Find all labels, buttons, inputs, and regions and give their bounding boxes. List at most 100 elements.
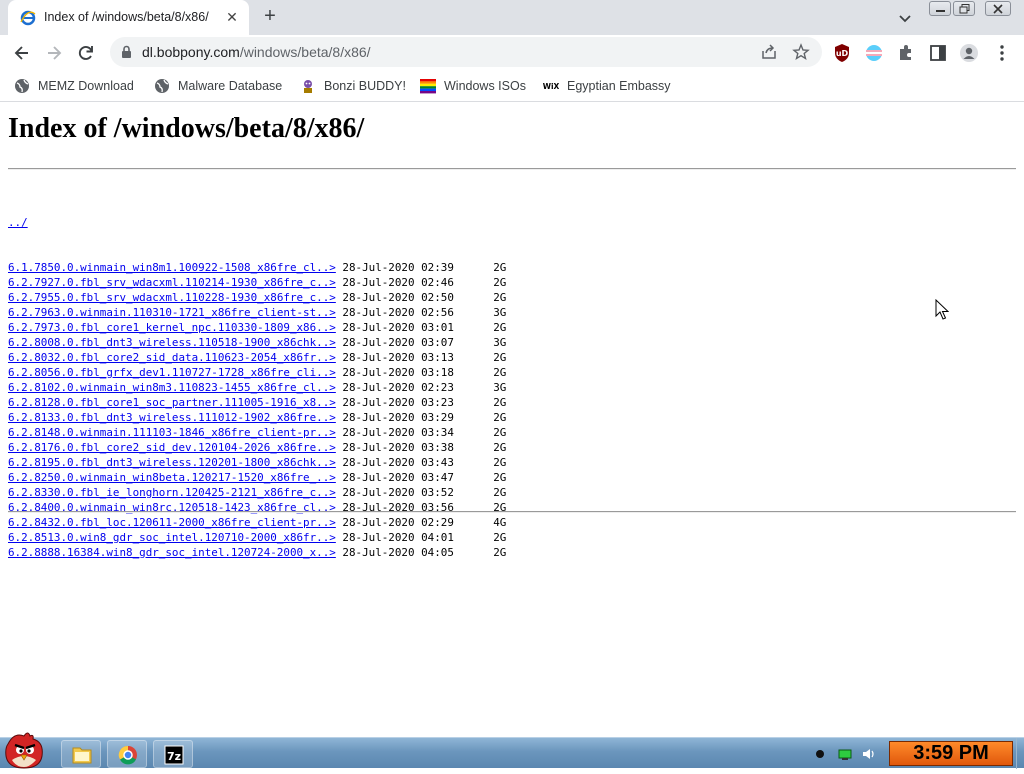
file-link[interactable]: 6.2.8330.0.fbl_ie_longhorn.120425-2121_x… (8, 486, 336, 499)
file-link[interactable]: 6.2.8513.0.win8_gdr_soc_intel.120710-200… (8, 531, 336, 544)
svg-text:uD: uD (836, 49, 849, 58)
browser-tab[interactable]: Index of /windows/beta/8/x86/ ✕ (8, 0, 249, 35)
file-size: 2G (493, 276, 507, 289)
file-link[interactable]: 6.2.8032.0.fbl_core2_sid_data.110623-205… (8, 351, 336, 364)
file-size: 2G (493, 456, 507, 469)
file-size: 3G (493, 306, 507, 319)
file-link[interactable]: 6.2.7973.0.fbl_core1_kernel_npc.110330-1… (8, 321, 336, 334)
bookmarks-bar: MEMZ Download Malware Database Bonzi BUD… (0, 71, 1024, 102)
side-panel-icon[interactable] (928, 43, 948, 63)
file-date: 28-Jul-2020 02:23 (342, 381, 454, 394)
file-size: 2G (493, 441, 507, 454)
url-text: dl.bobpony.com/windows/beta/8/x86/ (142, 44, 371, 60)
parent-dir-row: ../ (8, 215, 506, 230)
url-path: /windows/beta/8/x86/ (239, 44, 371, 60)
file-link[interactable]: 6.2.7955.0.fbl_srv_wdacxml.110228-1930_x… (8, 291, 336, 304)
url-host: dl.bobpony.com (142, 44, 240, 60)
table-row: 6.2.8102.0.winmain_win8m3.110823-1455_x8… (8, 380, 506, 395)
file-size: 2G (493, 531, 507, 544)
file-link[interactable]: 6.2.8128.0.fbl_core1_soc_partner.111005-… (8, 396, 336, 409)
table-row: 6.2.8432.0.fbl_loc.120611-2000_x86fre_cl… (8, 515, 506, 530)
file-link[interactable]: 6.2.8432.0.fbl_loc.120611-2000_x86fre_cl… (8, 516, 336, 529)
file-link[interactable]: 6.2.8195.0.fbl_dnt3_wireless.120201-1800… (8, 456, 336, 469)
taskbar-clock[interactable]: 3:59 PM (889, 741, 1013, 766)
wix-icon: WiX (543, 82, 559, 91)
file-size: 2G (493, 351, 507, 364)
minimize-button[interactable] (929, 1, 951, 16)
share-icon[interactable] (760, 43, 778, 61)
file-date: 28-Jul-2020 03:29 (342, 411, 454, 424)
table-row: 6.2.8148.0.winmain.111103-1846_x86fre_cl… (8, 425, 506, 440)
7zip-icon: 7z (164, 745, 184, 765)
file-date: 28-Jul-2020 02:46 (342, 276, 454, 289)
reload-icon[interactable] (76, 43, 96, 63)
lock-icon[interactable] (121, 45, 132, 59)
bookmark-malware-database[interactable]: Malware Database (154, 76, 282, 96)
page-title: Index of /windows/beta/8/x86/ (8, 113, 365, 144)
new-tab-button[interactable]: + (260, 6, 280, 27)
file-link[interactable]: 6.2.8102.0.winmain_win8m3.110823-1455_x8… (8, 381, 336, 394)
file-link[interactable]: 6.2.7963.0.winmain.110310-1721_x86fre_cl… (8, 306, 336, 319)
file-size: 3G (493, 381, 507, 394)
file-date: 28-Jul-2020 02:39 (342, 261, 454, 274)
file-link[interactable]: 6.2.8056.0.fbl_grfx_dev1.110727-1728_x86… (8, 366, 336, 379)
ublock-origin-icon[interactable]: uD (832, 43, 852, 63)
ie-page-icon (20, 10, 36, 26)
bookmark-label: Windows ISOs (444, 79, 526, 93)
restore-icon (959, 4, 970, 14)
bookmark-memz-download[interactable]: MEMZ Download (14, 76, 134, 96)
volume-icon[interactable] (862, 747, 876, 761)
tray-record-icon[interactable] (813, 747, 827, 761)
show-desktop-button[interactable] (1016, 738, 1024, 769)
bottom-divider (8, 511, 1016, 513)
table-row: 6.2.8195.0.fbl_dnt3_wireless.120201-1800… (8, 455, 506, 470)
close-tab-icon[interactable]: ✕ (224, 9, 240, 25)
table-row: 6.2.8032.0.fbl_core2_sid_data.110623-205… (8, 350, 506, 365)
file-size: 2G (493, 366, 507, 379)
forward-arrow-icon[interactable] (44, 43, 64, 63)
trans-flag-extension-icon[interactable] (864, 43, 884, 63)
rainbow-flag-icon (420, 79, 436, 94)
close-window-button[interactable] (985, 1, 1011, 16)
file-size: 4G (493, 516, 507, 529)
taskbar-chrome[interactable] (107, 740, 147, 768)
file-size: 2G (493, 411, 507, 424)
more-menu-icon[interactable] (992, 43, 1012, 63)
table-row: 6.2.8128.0.fbl_core1_soc_partner.111005-… (8, 395, 506, 410)
file-date: 28-Jul-2020 03:38 (342, 441, 454, 454)
file-link[interactable]: 6.2.8176.0.fbl_core2_sid_dev.120104-2026… (8, 441, 336, 454)
file-link[interactable]: 6.2.8888.16384.win8_gdr_soc_intel.120724… (8, 546, 336, 559)
table-row: 6.2.8176.0.fbl_core2_sid_dev.120104-2026… (8, 440, 506, 455)
back-arrow-icon[interactable] (12, 43, 32, 63)
file-link[interactable]: 6.2.8148.0.winmain.111103-1846_x86fre_cl… (8, 426, 336, 439)
network-icon[interactable] (838, 747, 852, 761)
taskbar-file-explorer[interactable] (61, 740, 101, 768)
bookmark-egyptian-embassy[interactable]: WiX Egyptian Embassy (543, 76, 671, 96)
file-link[interactable]: 6.1.7850.0.winmain_win8m1.100922-1508_x8… (8, 261, 336, 274)
directory-listing: ../ 6.1.7850.0.winmain_win8m1.100922-150… (8, 185, 506, 560)
file-date: 28-Jul-2020 04:05 (342, 546, 454, 559)
folder-icon (72, 747, 92, 764)
parent-dir-link[interactable]: ../ (8, 216, 28, 229)
restore-button[interactable] (953, 1, 975, 16)
file-link[interactable]: 6.2.7927.0.fbl_srv_wdacxml.110214-1930_x… (8, 276, 336, 289)
bookmark-label: Bonzi BUDDY! (324, 79, 406, 93)
extensions-puzzle-icon[interactable] (896, 43, 916, 63)
bookmark-windows-isos[interactable]: Windows ISOs (420, 76, 526, 96)
taskbar-7zip[interactable]: 7z (153, 740, 193, 768)
file-link[interactable]: 6.2.8133.0.fbl_dnt3_wireless.111012-1902… (8, 411, 336, 424)
angry-bird-start-icon[interactable] (0, 730, 52, 770)
file-link[interactable]: 6.2.8008.0.fbl_dnt3_wireless.110518-1900… (8, 336, 336, 349)
file-size: 2G (493, 546, 507, 559)
file-date: 28-Jul-2020 03:18 (342, 366, 454, 379)
top-divider (8, 168, 1016, 170)
file-date: 28-Jul-2020 03:43 (342, 456, 454, 469)
chevron-down-icon[interactable] (896, 9, 914, 27)
file-link[interactable]: 6.2.8250.0.winmain_win8beta.120217-1520_… (8, 471, 336, 484)
file-date: 28-Jul-2020 03:47 (342, 471, 454, 484)
profile-avatar-icon[interactable] (959, 43, 979, 63)
bookmark-star-icon[interactable] (792, 43, 810, 61)
address-bar[interactable]: dl.bobpony.com/windows/beta/8/x86/ (110, 37, 822, 67)
table-row: 6.2.7973.0.fbl_core1_kernel_npc.110330-1… (8, 320, 506, 335)
bookmark-bonzi-buddy[interactable]: Bonzi BUDDY! (300, 76, 406, 96)
